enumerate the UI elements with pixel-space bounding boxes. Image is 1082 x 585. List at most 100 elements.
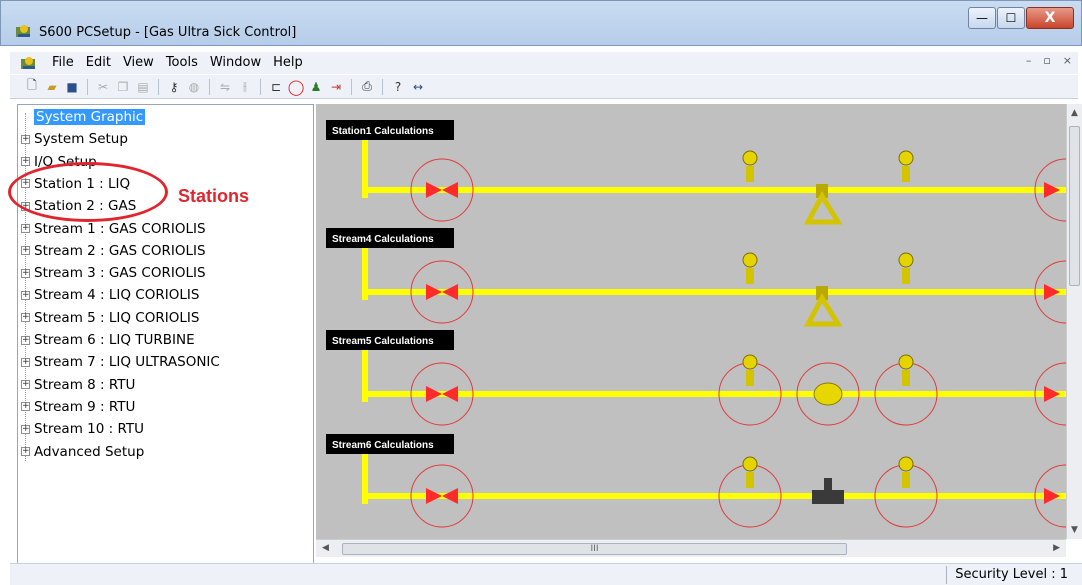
expand-icon[interactable]: + bbox=[21, 357, 30, 367]
title-bar: S600 PCSetup - [Gas Ultra Sick Control] … bbox=[0, 0, 1082, 46]
tree-item-label: Stream 10 : RTU bbox=[34, 421, 144, 438]
horizontal-scroll-thumb[interactable]: III bbox=[342, 543, 847, 555]
tree-item-label: Stream 4 : LIQ CORIOLIS bbox=[34, 287, 200, 304]
tree-item[interactable]: + Stream 3 : GAS CORIOLIS bbox=[21, 263, 206, 283]
transmitter-body bbox=[902, 166, 910, 182]
cut-icon[interactable]: ✂ bbox=[95, 79, 111, 95]
pressure-transmitter-icon bbox=[742, 252, 758, 268]
toolbar-separator bbox=[382, 78, 383, 95]
menu-bar: File Edit View Tools Window Help – ▫ × bbox=[10, 52, 1078, 74]
toolbar-separator bbox=[158, 78, 159, 95]
valve-icon bbox=[426, 182, 442, 198]
tree-item[interactable]: + Advanced Setup bbox=[21, 442, 144, 462]
print-icon[interactable]: ⎙ bbox=[359, 79, 375, 95]
menu-help[interactable]: Help bbox=[267, 55, 309, 70]
mdi-minimize-button[interactable]: – bbox=[1026, 54, 1032, 67]
scroll-right-icon[interactable]: ▶ bbox=[1053, 543, 1060, 553]
tree-item[interactable]: + Stream 2 : GAS CORIOLIS bbox=[21, 241, 206, 261]
expand-icon[interactable]: + bbox=[21, 447, 30, 456]
tree-item-label: Advanced Setup bbox=[34, 443, 145, 460]
expand-icon[interactable]: + bbox=[21, 157, 30, 167]
save-icon[interactable]: ■ bbox=[64, 79, 80, 95]
new-file-icon[interactable]: 🗋 bbox=[24, 78, 40, 95]
tree-item-label: Stream 5 : LIQ CORIOLIS bbox=[34, 309, 200, 326]
tree-item[interactable]: + Stream 5 : LIQ CORIOLIS bbox=[21, 308, 199, 328]
tree-item[interactable]: + Stream 10 : RTU bbox=[21, 419, 144, 439]
tree-item-label: Stream 2 : GAS CORIOLIS bbox=[34, 242, 206, 259]
tree-item[interactable]: + Stream 9 : RTU bbox=[21, 397, 135, 417]
menu-edit[interactable]: Edit bbox=[80, 55, 117, 70]
lock-icon[interactable]: ◍ bbox=[186, 79, 202, 95]
calculation-label: Station1 Calculations bbox=[332, 126, 434, 137]
tree-item[interactable]: + Stream 6 : LIQ TURBINE bbox=[21, 330, 195, 350]
tree-item-label: System Graphic bbox=[34, 109, 146, 125]
scroll-down-icon[interactable]: ▼ bbox=[1071, 525, 1078, 535]
valve-icon bbox=[426, 488, 442, 504]
calculation-label: Stream5 Calculations bbox=[332, 336, 434, 347]
expand-icon[interactable]: + bbox=[21, 224, 30, 233]
expand-icon[interactable]: + bbox=[21, 290, 30, 300]
expand-icon[interactable]: + bbox=[21, 268, 30, 278]
context-help-icon[interactable]: ↔ bbox=[410, 79, 426, 95]
menu-view[interactable]: View bbox=[117, 55, 160, 70]
stop-icon[interactable]: ◯ bbox=[288, 78, 305, 96]
scroll-left-icon[interactable]: ◀ bbox=[322, 543, 329, 553]
toolbar-separator bbox=[260, 78, 261, 95]
expand-icon[interactable]: + bbox=[21, 335, 30, 345]
close-button[interactable]: X bbox=[1026, 7, 1074, 29]
horizontal-scrollbar[interactable]: ◀ III ▶ bbox=[316, 539, 1066, 557]
vertical-scrollbar[interactable]: ▲ ▼ bbox=[1066, 104, 1082, 539]
transmitter-body bbox=[902, 370, 910, 386]
key-icon[interactable]: ⚷ bbox=[166, 79, 182, 95]
split-icon[interactable]: ⫲ bbox=[237, 79, 253, 95]
calculation-label: Stream4 Calculations bbox=[332, 234, 434, 245]
valve-icon bbox=[1044, 182, 1060, 198]
stations-annotation: Stations bbox=[178, 186, 250, 206]
tree-item-label: Stream 7 : LIQ ULTRASONIC bbox=[34, 354, 220, 371]
expand-icon[interactable]: + bbox=[21, 424, 30, 434]
ultrasonic-meter-head bbox=[824, 478, 832, 490]
scroll-up-icon[interactable]: ▲ bbox=[1071, 108, 1078, 118]
tree-item[interactable]: + Stream 4 : LIQ CORIOLIS bbox=[21, 285, 199, 305]
expand-icon[interactable]: + bbox=[21, 402, 30, 412]
paste-icon[interactable]: ▤ bbox=[135, 79, 151, 95]
pipe bbox=[362, 493, 1066, 499]
mdi-restore-button[interactable]: ▫ bbox=[1043, 54, 1050, 67]
expand-icon[interactable]: + bbox=[21, 134, 30, 144]
tree-item[interactable]: + System Setup bbox=[21, 129, 128, 149]
tree-item-label: Stream 8 : RTU bbox=[34, 376, 136, 393]
pressure-transmitter-icon bbox=[742, 456, 758, 472]
menu-tools[interactable]: Tools bbox=[160, 55, 204, 70]
menu-file[interactable]: File bbox=[46, 55, 80, 70]
transmitter-body bbox=[746, 268, 754, 284]
maximize-button[interactable]: ☐ bbox=[997, 7, 1025, 29]
help-icon[interactable]: ? bbox=[390, 79, 406, 95]
tree-item[interactable]: System Graphic bbox=[21, 107, 146, 127]
expand-icon[interactable]: + bbox=[21, 246, 30, 256]
pressure-transmitter-icon bbox=[898, 456, 914, 472]
connect-icon[interactable]: ⊏ bbox=[268, 79, 284, 95]
copy-icon[interactable]: ❐ bbox=[115, 79, 131, 95]
minimize-button[interactable]: — bbox=[968, 7, 996, 29]
compare-icon[interactable]: ⇋ bbox=[217, 79, 233, 95]
system-graphic-canvas: Station1 Calculations Stream4 Calculation… bbox=[326, 120, 1066, 528]
tree-item[interactable]: + Stream 7 : LIQ ULTRASONIC bbox=[21, 352, 220, 372]
menu-window[interactable]: Window bbox=[204, 55, 267, 70]
transmitter-body bbox=[746, 370, 754, 386]
open-folder-icon[interactable]: ▰ bbox=[44, 79, 60, 95]
mdi-close-button[interactable]: × bbox=[1063, 54, 1072, 67]
valve-icon bbox=[1044, 284, 1060, 300]
tree-item[interactable]: + Stream 1 : GAS CORIOLIS bbox=[21, 219, 206, 239]
send-icon[interactable]: ⇥ bbox=[328, 79, 344, 95]
expand-icon[interactable]: + bbox=[21, 380, 30, 390]
pipe bbox=[362, 187, 1066, 193]
document-icon[interactable] bbox=[20, 55, 38, 71]
transfer-icon[interactable]: ♟ bbox=[308, 79, 324, 95]
vertical-scroll-thumb[interactable] bbox=[1069, 126, 1080, 286]
tree-item-label: System Setup bbox=[34, 131, 128, 148]
tree-item[interactable]: + Stream 8 : RTU bbox=[21, 375, 135, 395]
valve-icon bbox=[1044, 488, 1060, 504]
expand-icon[interactable]: + bbox=[21, 313, 30, 323]
tree-item-label: Stream 9 : RTU bbox=[34, 398, 136, 415]
toolbar: 🗋 ▰ ■ ✂ ❐ ▤ ⚷ ◍ ⇋ ⫲ ⊏ ◯ ♟ ⇥ ⎙ ? ↔ bbox=[10, 75, 1078, 99]
